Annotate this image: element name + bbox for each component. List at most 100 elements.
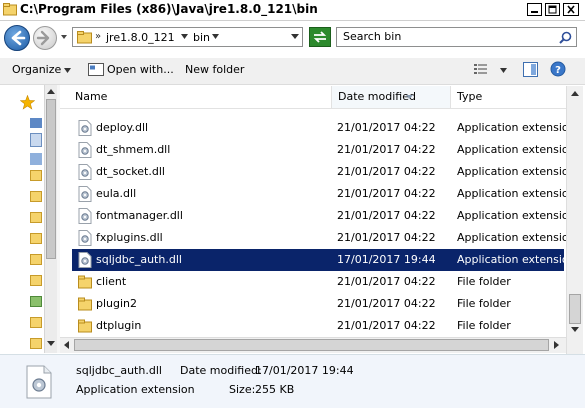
scroll-down-icon[interactable] — [47, 341, 55, 347]
dll-file-icon — [78, 208, 92, 224]
details-size-label: Size: — [229, 383, 256, 396]
file-list-scroll-thumb[interactable] — [569, 294, 581, 324]
breadcrumb-jre[interactable]: jre1.8.0_121 — [106, 31, 175, 44]
file-row[interactable]: dt_socket.dll 21/01/2017 04:22 Application… — [72, 161, 576, 183]
folder-icon[interactable] — [30, 317, 42, 328]
file-date-modified: 17/01/2017 19:44 — [337, 253, 436, 266]
preview-pane-icon[interactable] — [523, 62, 538, 77]
hscroll-thumb[interactable] — [74, 339, 549, 351]
scroll-left-icon[interactable] — [64, 341, 70, 349]
address-bar[interactable]: » jre1.8.0_121 bin — [72, 27, 303, 47]
folder-icon[interactable] — [30, 338, 42, 349]
chevron-down-icon[interactable] — [181, 34, 188, 40]
search-icon[interactable] — [559, 31, 572, 44]
maximize-button[interactable] — [545, 3, 560, 16]
partial-row — [60, 108, 566, 114]
scroll-up-icon[interactable] — [571, 91, 579, 97]
favorites-star-icon[interactable] — [20, 95, 35, 110]
dll-file-icon — [78, 142, 92, 158]
folder-icon — [3, 3, 17, 16]
pane-splitter[interactable] — [57, 85, 60, 353]
window-title: C:\Program Files (x86)\Java\jre1.8.0_121… — [20, 2, 318, 16]
address-history-dropdown-icon[interactable] — [291, 34, 299, 40]
new-folder-button[interactable]: New folder — [185, 63, 244, 76]
file-list-scrollbar[interactable] — [566, 86, 583, 354]
details-file-type: Application extension — [76, 383, 195, 396]
file-name: client — [96, 275, 127, 288]
scroll-down-icon[interactable] — [571, 327, 579, 333]
column-name[interactable]: Name — [70, 86, 332, 108]
search-input[interactable]: Search bin — [336, 27, 577, 47]
file-name: fxplugins.dll — [96, 231, 163, 244]
file-name: eula.dll — [96, 187, 137, 200]
folder-icon[interactable] — [30, 212, 42, 223]
file-list-hscrollbar[interactable] — [60, 337, 566, 353]
help-icon[interactable]: ? — [550, 61, 566, 77]
file-date-modified: 21/01/2017 04:22 — [337, 187, 436, 200]
folder-icon — [78, 297, 92, 311]
dll-file-icon — [78, 164, 92, 180]
file-type: Application extension — [457, 231, 576, 244]
file-date-modified: 21/01/2017 04:22 — [337, 231, 436, 244]
file-date-modified: 21/01/2017 04:22 — [337, 297, 436, 310]
svg-text:?: ? — [555, 65, 561, 76]
folder-icon[interactable] — [30, 191, 42, 202]
file-type: File folder — [457, 319, 511, 332]
column-type[interactable]: Type — [451, 86, 567, 108]
breadcrumb-bin[interactable]: bin — [193, 31, 210, 44]
arrow-right-icon — [36, 30, 50, 46]
chevron-down-icon[interactable] — [500, 68, 507, 73]
libraries-icon[interactable] — [30, 133, 42, 147]
file-date-modified: 21/01/2017 04:22 — [337, 121, 436, 134]
refresh-icon — [313, 31, 327, 43]
folder-icon[interactable] — [30, 233, 42, 244]
file-date-modified: 21/01/2017 04:22 — [337, 165, 436, 178]
folder-icon[interactable] — [30, 254, 42, 265]
refresh-button[interactable] — [309, 27, 331, 47]
file-row[interactable]: dt_shmem.dll 21/01/2017 04:22 Application … — [72, 139, 576, 161]
file-type: File folder — [457, 275, 511, 288]
chevron-down-icon[interactable] — [212, 34, 219, 40]
minimize-button[interactable] — [527, 3, 542, 16]
file-row[interactable]: fxplugins.dll 21/01/2017 04:22 Application… — [72, 227, 576, 249]
folder-icon[interactable] — [30, 275, 42, 286]
column-date-label: Date modified — [338, 90, 416, 103]
file-type: File folder — [457, 297, 511, 310]
scroll-up-icon[interactable] — [47, 89, 55, 95]
dll-file-icon — [78, 230, 92, 246]
folder-row[interactable]: plugin2 21/01/2017 04:22 File folder — [72, 293, 564, 315]
file-row[interactable]: deploy.dll 21/01/2017 04:22 Application ex… — [72, 117, 576, 139]
file-name: deploy.dll — [96, 121, 149, 134]
file-name: dt_shmem.dll — [96, 143, 171, 156]
organize-button[interactable]: Organize — [12, 63, 61, 76]
folder-row[interactable]: client 21/01/2017 04:22 File folder — [72, 271, 564, 293]
desktop-icon[interactable] — [30, 118, 42, 128]
forward-button[interactable] — [33, 26, 57, 50]
folder-icon[interactable] — [30, 296, 42, 307]
chevron-down-icon[interactable] — [64, 68, 71, 73]
file-type: Application extension — [457, 165, 576, 178]
details-date-label: Date modified: — [180, 364, 262, 377]
folder-icon[interactable] — [30, 170, 42, 181]
folder-icon — [77, 31, 92, 44]
file-type: Application extension — [457, 143, 576, 156]
file-row[interactable]: eula.dll 21/01/2017 04:22 Application exte… — [72, 183, 576, 205]
navigation-scroll-thumb[interactable] — [46, 99, 56, 259]
file-row[interactable]: sqljdbc_auth.dll 17/01/2017 19:44 Applicat… — [72, 249, 576, 271]
scroll-right-icon[interactable] — [554, 341, 560, 349]
close-button[interactable] — [563, 3, 579, 16]
open-with-button[interactable]: Open with... — [107, 63, 174, 76]
arrow-left-icon — [11, 30, 26, 46]
file-date-modified: 21/01/2017 04:22 — [337, 143, 436, 156]
file-date-modified: 21/01/2017 04:22 — [337, 319, 436, 332]
navigation-scrollbar[interactable] — [44, 85, 57, 353]
column-date-modified[interactable]: Date modified — [332, 86, 451, 108]
back-button[interactable] — [4, 25, 30, 51]
view-options-icon[interactable] — [474, 63, 488, 76]
file-row[interactable]: fontmanager.dll 21/01/2017 04:22 Applicati… — [72, 205, 576, 227]
folder-row[interactable]: dtplugin 21/01/2017 04:22 File folder — [72, 315, 564, 337]
recent-pages-dropdown-icon[interactable] — [60, 33, 68, 41]
file-type: Application extension — [457, 209, 576, 222]
computer-icon[interactable] — [30, 153, 42, 165]
folder-icon — [78, 275, 92, 289]
